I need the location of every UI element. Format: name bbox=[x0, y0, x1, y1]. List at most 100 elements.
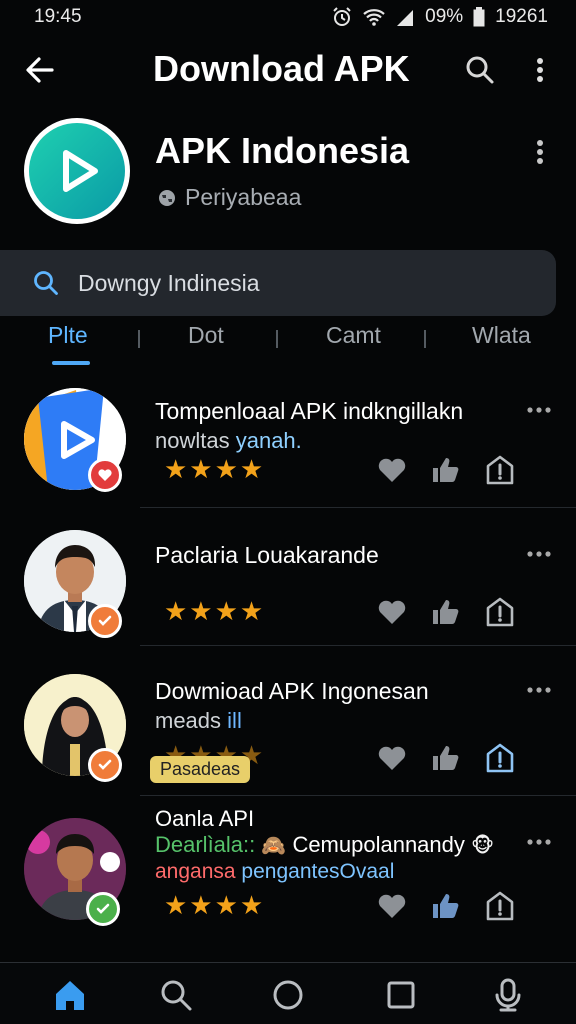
nav-search[interactable] bbox=[158, 977, 194, 1013]
verified-badge bbox=[88, 748, 122, 782]
more-vertical-icon bbox=[537, 58, 543, 82]
report-icon[interactable] bbox=[484, 596, 516, 628]
list-item[interactable]: Paclaria Louakarande ★★★★ bbox=[0, 508, 576, 646]
thumbs-up-icon[interactable] bbox=[430, 454, 462, 486]
home-icon bbox=[56, 981, 84, 1010]
search-icon bbox=[161, 980, 192, 1011]
search-icon bbox=[466, 56, 494, 84]
item-title: Oanla API bbox=[155, 806, 255, 831]
item-subtitle: Dearlìala:: 🙈 Cemupolannandy 🐵 bbox=[155, 832, 494, 858]
alarm-icon bbox=[333, 7, 351, 26]
item-subtitle-extra: ill bbox=[227, 708, 242, 733]
item-subtitle: nowltas yanah. bbox=[155, 428, 302, 454]
verified-badge bbox=[88, 604, 122, 638]
report-icon[interactable] bbox=[484, 454, 516, 486]
check-icon bbox=[96, 903, 110, 914]
more-horizontal-icon[interactable] bbox=[526, 832, 552, 852]
item-subtitle-text: Dearlìala:: bbox=[155, 832, 256, 857]
tab-plte[interactable]: Plte bbox=[48, 322, 88, 349]
tab-active-indicator bbox=[52, 361, 90, 365]
rating-stars: ★★★★ bbox=[164, 890, 266, 920]
tab-separator bbox=[276, 330, 278, 348]
publisher-subtitle: Periyabeaa bbox=[185, 184, 302, 210]
publisher-name: APK Indonesia bbox=[155, 130, 410, 171]
status-bar: 19:45 09% 19261 bbox=[0, 0, 576, 34]
status-time: 19:45 bbox=[34, 6, 82, 27]
rating-stars: ★★★★ bbox=[164, 596, 266, 626]
more-horizontal-icon[interactable] bbox=[526, 680, 552, 700]
tab-camt[interactable]: Camt bbox=[326, 322, 381, 349]
signal-icon bbox=[397, 10, 414, 26]
nav-square[interactable] bbox=[383, 977, 419, 1013]
heart-icon[interactable] bbox=[376, 454, 408, 486]
arrow-left-icon bbox=[26, 57, 54, 83]
list-item[interactable]: Oanla API Dearlìala:: 🙈 Cemupolannandy 🐵… bbox=[0, 796, 576, 946]
heart-icon[interactable] bbox=[376, 596, 408, 628]
status-icons: 09% 19261 bbox=[331, 6, 548, 28]
battery-percent: 09% bbox=[425, 6, 464, 27]
thumbs-up-icon[interactable] bbox=[430, 890, 462, 922]
search-query: Downgy Indinesia bbox=[78, 269, 260, 296]
heart-icon[interactable] bbox=[376, 742, 408, 774]
back-button[interactable] bbox=[22, 52, 58, 88]
publisher-more-button[interactable] bbox=[528, 136, 552, 168]
list-item[interactable]: Dowmioad APK Ingonesan meads ill ★★★★ Pa… bbox=[0, 646, 576, 796]
tab-dot[interactable]: Dot bbox=[188, 322, 224, 349]
item-actions bbox=[376, 890, 516, 924]
publisher-header: APK Indonesia Periyabeaa bbox=[0, 118, 576, 230]
monkey-icon: 🐵 bbox=[471, 835, 495, 857]
verified-badge bbox=[86, 892, 120, 926]
item-actions bbox=[376, 596, 516, 630]
more-horizontal-icon[interactable] bbox=[526, 400, 552, 420]
nav-home[interactable] bbox=[52, 977, 88, 1013]
wifi-icon bbox=[363, 9, 385, 26]
search-icon bbox=[34, 271, 58, 295]
play-icon bbox=[63, 150, 98, 192]
publisher-subtitle-row: Periyabeaa bbox=[157, 184, 301, 211]
app-bar: Download APK bbox=[0, 40, 576, 102]
check-icon bbox=[98, 615, 112, 626]
status-right-text: 19261 bbox=[495, 6, 548, 27]
item-title: Paclaria Louakarande bbox=[155, 542, 379, 568]
list-item[interactable]: Tompenloaal APK indkngillakn nowltas yan… bbox=[0, 368, 576, 508]
page-title: Download APK bbox=[153, 48, 410, 89]
tab-separator bbox=[424, 330, 426, 348]
nav-microphone[interactable] bbox=[490, 977, 526, 1013]
favorite-badge bbox=[88, 458, 122, 492]
more-vertical-icon bbox=[537, 140, 543, 164]
heart-icon[interactable] bbox=[376, 890, 408, 922]
item-actions bbox=[376, 454, 516, 488]
battery-icon bbox=[473, 7, 485, 27]
rating-stars: ★★★★ bbox=[164, 454, 266, 484]
item-subtitle-text: nowltas bbox=[155, 428, 230, 453]
report-icon[interactable] bbox=[484, 890, 516, 922]
search-input[interactable]: Downgy Indinesia bbox=[0, 250, 556, 316]
tab-bar: Plte Dot Camt Wlata bbox=[0, 318, 576, 366]
item-title: Tompenloaal APK indkngillakn bbox=[155, 398, 464, 424]
item-actions bbox=[376, 742, 516, 776]
heart-icon bbox=[98, 469, 112, 481]
more-horizontal-icon[interactable] bbox=[526, 544, 552, 564]
item-title: Dowmioad APK Ingonesan bbox=[155, 678, 429, 704]
item-tag: Pasadeas bbox=[150, 756, 251, 783]
search-button[interactable] bbox=[464, 54, 496, 86]
item-subtitle-text: meads bbox=[155, 708, 222, 733]
item-subtitle-secondary: angansa pengantesOvaal bbox=[155, 860, 394, 884]
item-subtitle: meads ill bbox=[155, 708, 242, 734]
report-icon[interactable] bbox=[484, 742, 516, 774]
globe-icon bbox=[159, 189, 175, 206]
square-icon bbox=[387, 981, 415, 1009]
circle-icon bbox=[273, 980, 303, 1010]
overflow-menu-button[interactable] bbox=[528, 54, 552, 86]
thumbs-up-icon[interactable] bbox=[430, 742, 462, 774]
tab-separator bbox=[138, 330, 140, 348]
nav-circle[interactable] bbox=[270, 977, 306, 1013]
publisher-logo bbox=[24, 118, 130, 224]
thumbs-up-icon[interactable] bbox=[430, 596, 462, 628]
emoji-icon: 🙈 bbox=[261, 835, 287, 857]
item-subtitle3-a: angansa bbox=[155, 860, 236, 883]
tab-wlata[interactable]: Wlata bbox=[472, 322, 531, 349]
microphone-icon bbox=[495, 978, 521, 1012]
bottom-navigation bbox=[0, 962, 576, 1024]
item-subtitle3-b: pengantesOvaal bbox=[241, 860, 395, 883]
